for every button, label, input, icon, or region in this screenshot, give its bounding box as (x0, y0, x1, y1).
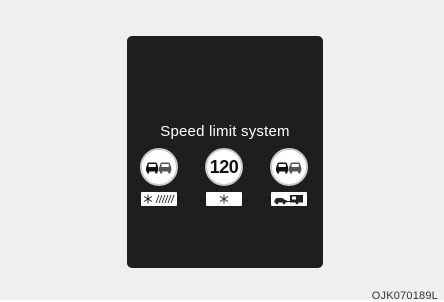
no-overtaking-sign-icon (140, 148, 178, 186)
cluster-display: Speed limit system 120 (127, 36, 323, 268)
speed-limit-sign-icon: 120 (205, 148, 243, 186)
snow-plate-icon (206, 192, 242, 206)
figure-background: Speed limit system 120 OJK070189L (0, 0, 444, 302)
car-trailer-plate-icon (271, 192, 307, 206)
overtaking-cars-icon (146, 162, 172, 174)
no-overtaking-sign-icon (270, 148, 308, 186)
display-title: Speed limit system (160, 123, 290, 140)
speed-limit-value: 120 (209, 156, 239, 177)
snow-rain-plate-icon (141, 192, 177, 206)
overtaking-cars-icon (276, 162, 302, 174)
figure-code: OJK070189L (371, 290, 438, 302)
